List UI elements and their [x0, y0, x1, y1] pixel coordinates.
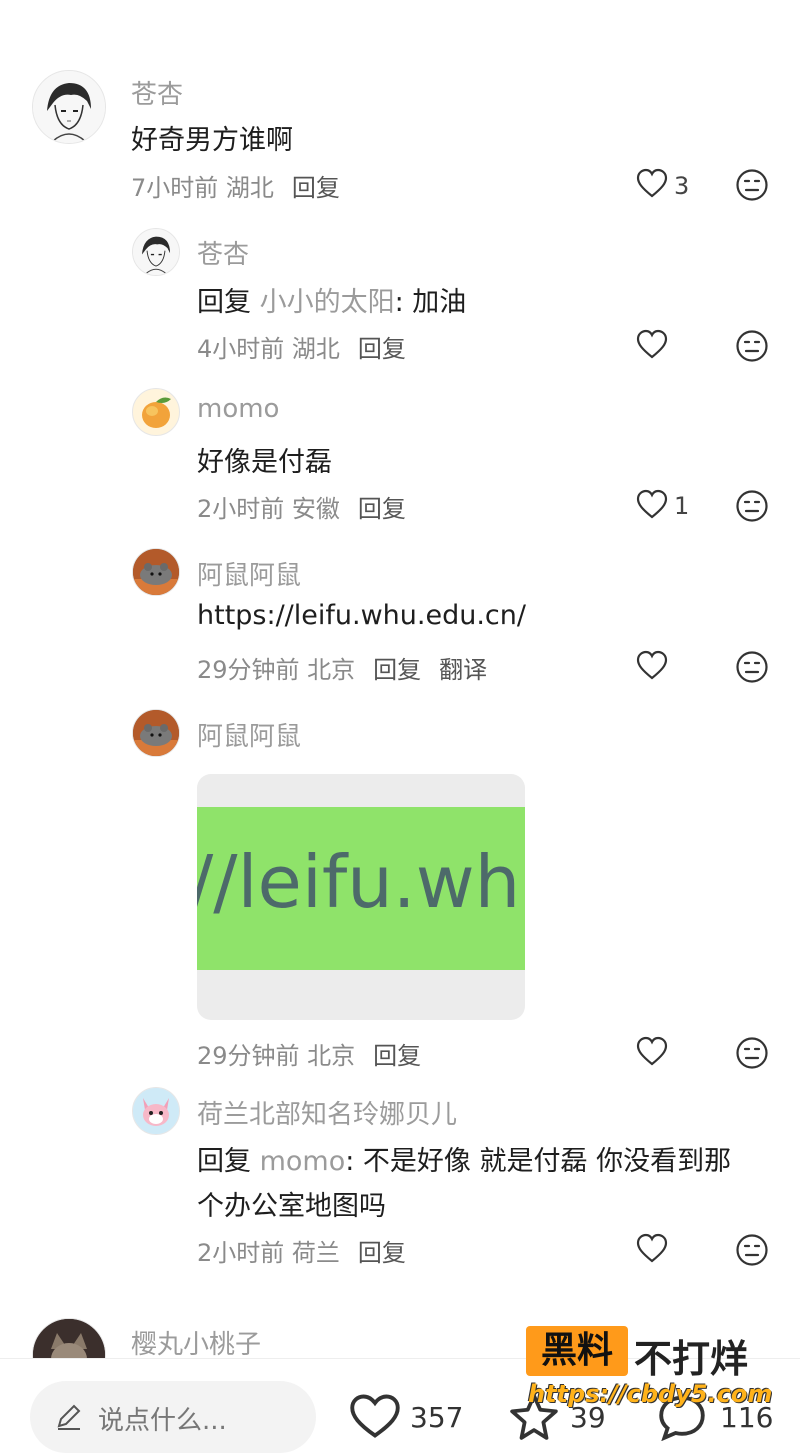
post-like-count: 357 [410, 1401, 464, 1434]
avatar-lingnabeier[interactable] [132, 1087, 180, 1135]
anime-boy-sketch-avatar-icon [33, 71, 105, 143]
avatar-cangxing-reply[interactable] [132, 228, 180, 276]
comment-body: : 加油 [394, 287, 467, 318]
emoji-reaction-icon[interactable] [735, 489, 769, 523]
comment-username[interactable]: 苍杏 [197, 234, 249, 271]
reply-prefix: 回复 [197, 1146, 251, 1177]
comment-text: 回复 小小的太阳: 加油 [197, 280, 466, 319]
comment-time-location: 29分钟前 北京 [197, 1042, 356, 1070]
comment-meta: 7小时前 湖北 回复 [131, 168, 340, 203]
reply-button[interactable]: 回复 [358, 495, 406, 523]
hamster-avatar-icon [133, 549, 179, 595]
comment-time-location: 4小时前 湖北 [197, 335, 340, 363]
comment-username[interactable]: 樱丸小桃子 [131, 1324, 261, 1361]
reply-button[interactable]: 回复 [373, 656, 421, 684]
emoji-reaction-icon[interactable] [735, 329, 769, 363]
watermark-box-text: 黑料 [526, 1326, 628, 1376]
comment-meta: 29分钟前 北京 回复 [197, 1036, 421, 1071]
heart-icon[interactable] [636, 168, 668, 200]
avatar-ashu[interactable] [132, 709, 180, 757]
reply-prefix: 回复 [197, 287, 251, 318]
comment-body: : 不是好像 就是付磊 你没看到那 [345, 1146, 732, 1177]
watermark-side-text: 不打烊 [634, 1337, 749, 1381]
comment-input-placeholder: 说点什么... [98, 1406, 227, 1436]
like-post-icon[interactable] [349, 1393, 401, 1439]
comment-username[interactable]: 阿鼠阿鼠 [197, 716, 301, 753]
heart-icon[interactable] [636, 1036, 668, 1068]
pink-fox-avatar-icon [133, 1088, 179, 1134]
comment-time-location: 29分钟前 北京 [197, 656, 356, 684]
comment-text-line1: 回复 momo: 不是好像 就是付磊 你没看到那 [197, 1139, 731, 1178]
heart-icon[interactable] [636, 329, 668, 361]
comment-time-location: 2小时前 荷兰 [197, 1239, 340, 1267]
heart-icon[interactable] [636, 489, 668, 521]
avatar-ashu[interactable] [132, 548, 180, 596]
emoji-reaction-icon[interactable] [735, 1036, 769, 1070]
comment-meta: 4小时前 湖北 回复 [197, 329, 406, 364]
comment-input[interactable]: 说点什么... [30, 1381, 316, 1453]
comment-text: 好像是付磊 [197, 447, 332, 478]
emoji-reaction-icon[interactable] [735, 168, 769, 202]
watermark-logo: 黑料 不打烊 https://cbdy5.com [526, 1326, 776, 1412]
comment-username[interactable]: 苍杏 [131, 74, 183, 111]
anime-boy-sketch-avatar-icon [133, 229, 179, 275]
like-count: 1 [674, 492, 690, 520]
comment-time-location: 7小时前 湖北 [131, 174, 274, 202]
reply-button[interactable]: 回复 [373, 1042, 421, 1070]
comment-meta: 2小时前 荷兰 回复 [197, 1233, 406, 1268]
comment-link-text[interactable]: https://leifu.whu.edu.cn/ [197, 600, 526, 631]
reply-button[interactable]: 回复 [292, 174, 340, 202]
avatar-cangxing[interactable] [32, 70, 106, 144]
comment-username[interactable]: 阿鼠阿鼠 [197, 555, 301, 592]
comment-meta: 29分钟前 北京 回复 翻译 [197, 650, 487, 685]
heart-icon[interactable] [636, 1233, 668, 1265]
emoji-reaction-icon[interactable] [735, 650, 769, 684]
mention-link[interactable]: 小小的太阳 [260, 287, 395, 318]
avatar-momo[interactable] [132, 388, 180, 436]
comment-image[interactable]: //leifu.whu [197, 774, 525, 1020]
like-count: 3 [674, 172, 690, 200]
image-text: //leifu.whu [197, 840, 525, 924]
mango-avatar-icon [142, 397, 171, 428]
watermark-url: https://cbdy5.com [528, 1380, 773, 1408]
comment-text: 好奇男方谁啊 [131, 125, 293, 156]
comment-time-location: 2小时前 安徽 [197, 495, 340, 523]
hamster-avatar-icon [133, 710, 179, 756]
reply-button[interactable]: 回复 [358, 335, 406, 363]
heart-icon[interactable] [636, 650, 668, 682]
reply-button[interactable]: 回复 [358, 1239, 406, 1267]
comment-meta: 2小时前 安徽 回复 [197, 489, 406, 524]
mention-link[interactable]: momo [260, 1146, 346, 1177]
emoji-reaction-icon[interactable] [735, 1233, 769, 1267]
comment-username[interactable]: momo [197, 394, 279, 424]
comment-username[interactable]: 荷兰北部知名玲娜贝儿 [197, 1094, 457, 1131]
pencil-icon [57, 1404, 81, 1430]
translate-button[interactable]: 翻译 [439, 656, 487, 684]
comment-text-line2: 个办公室地图吗 [197, 1191, 386, 1222]
